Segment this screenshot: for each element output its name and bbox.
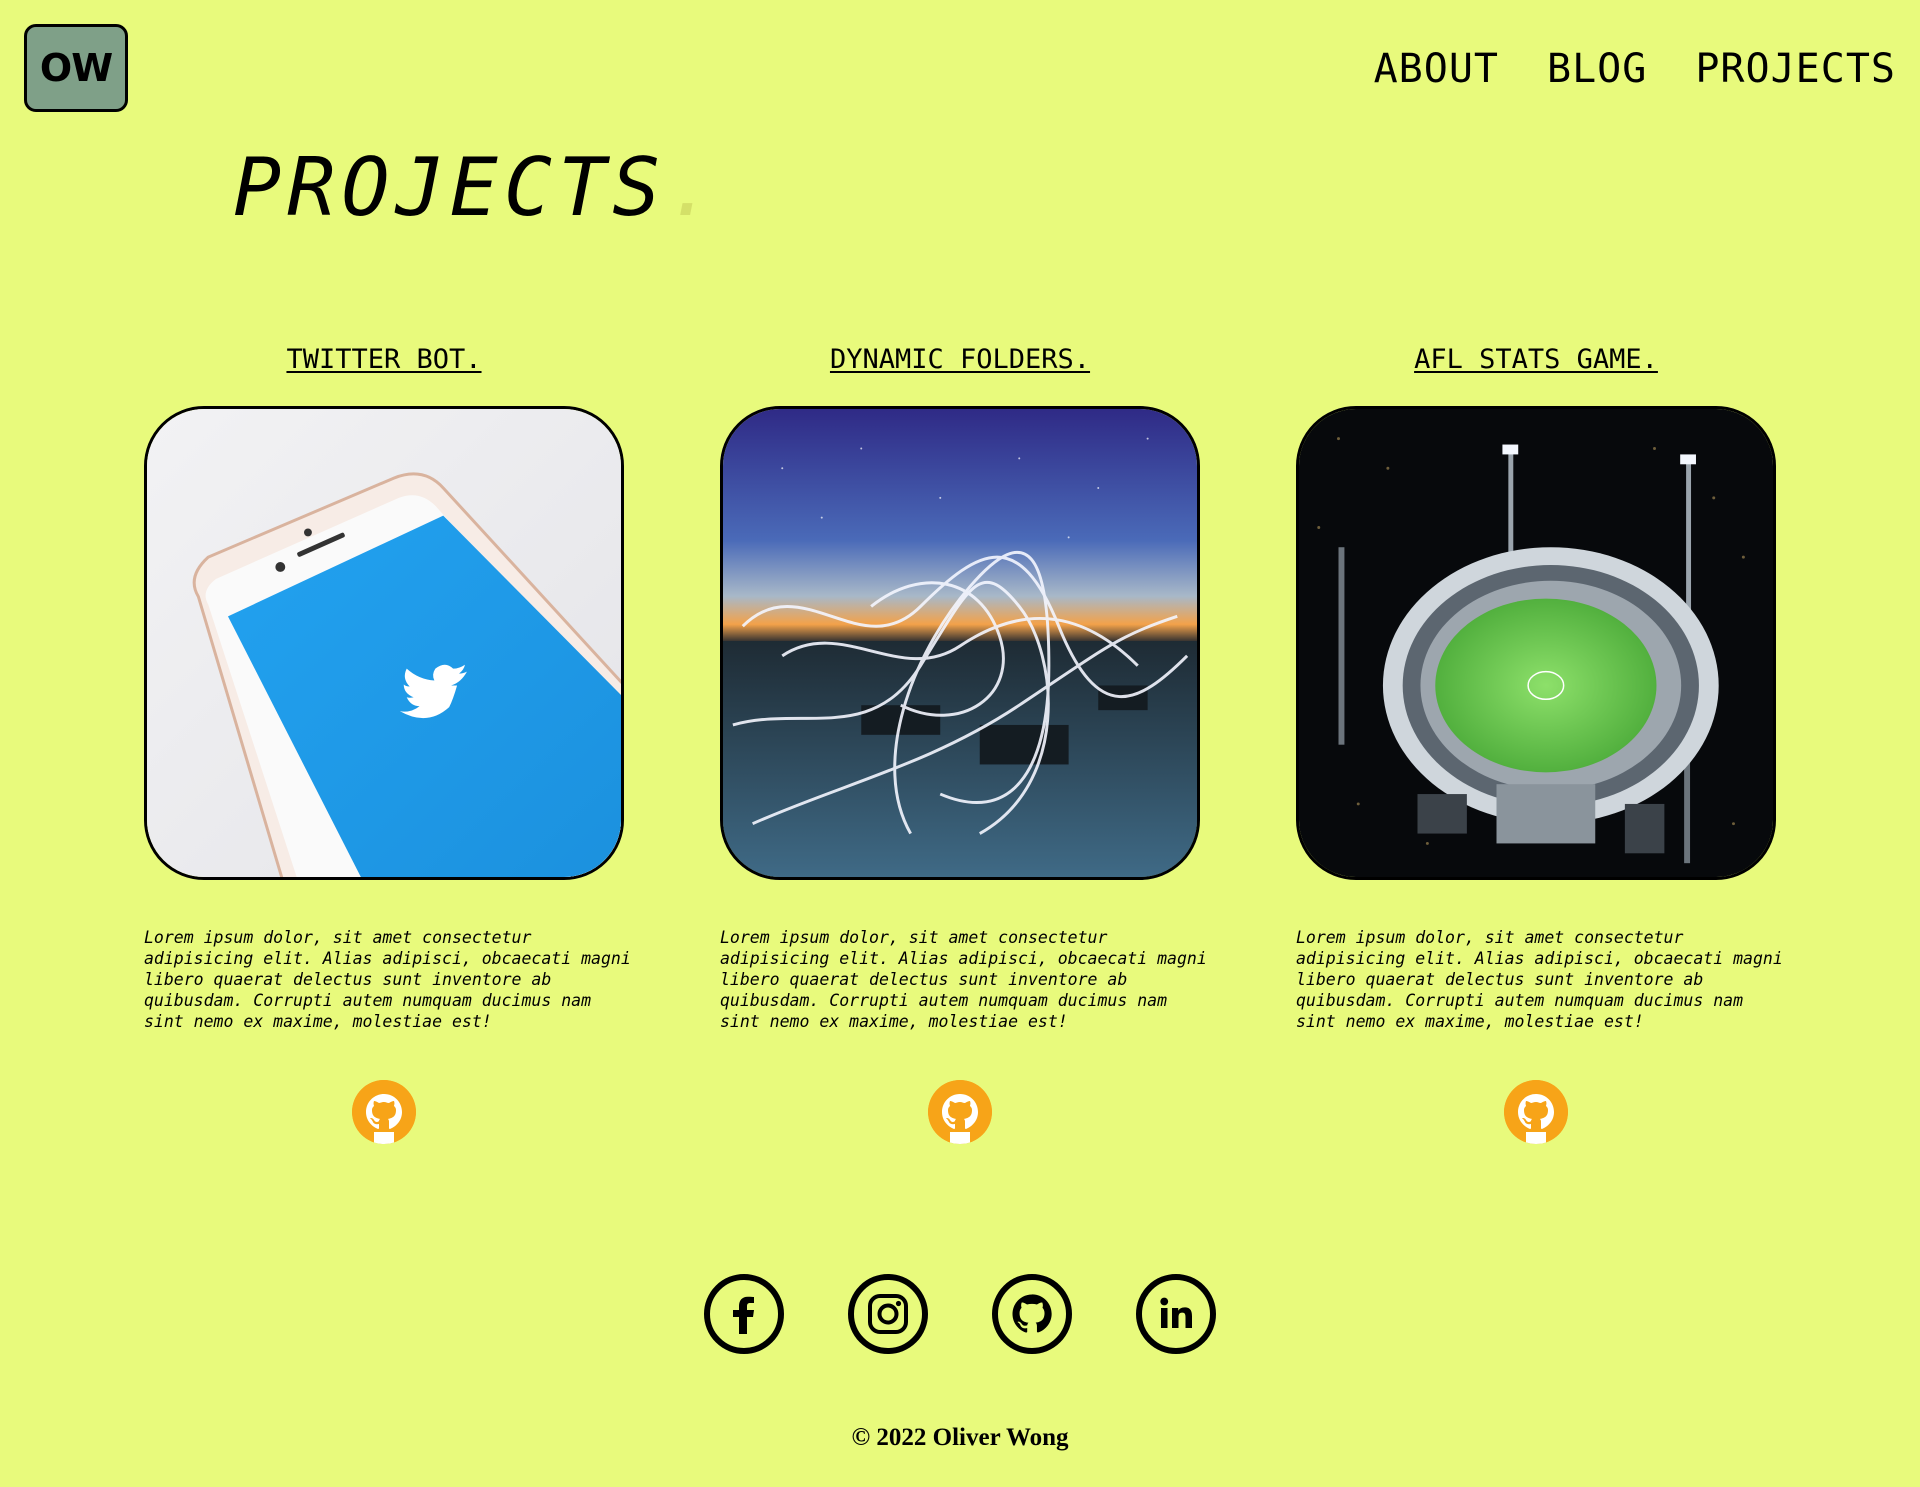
nav-link-about[interactable]: ABOUT <box>1374 46 1499 92</box>
github-icon[interactable] <box>928 1080 992 1144</box>
light-painting-illustration <box>723 409 1197 877</box>
project-description-dynamic-folders: Lorem ipsum dolor, sit amet consectetur … <box>720 928 1207 1031</box>
project-image-twitter-bot <box>144 406 624 880</box>
nav-link-blog[interactable]: BLOG <box>1547 46 1647 92</box>
project-title-twitter-bot[interactable]: TWITTER BOT. <box>144 340 624 380</box>
page-title-text: PROJECTS <box>233 141 667 234</box>
main-nav: ABOUT BLOG PROJECTS <box>1374 46 1896 92</box>
logo-button[interactable]: OW <box>24 24 128 112</box>
facebook-icon[interactable] <box>704 1274 784 1354</box>
project-title-afl-stats-game[interactable]: AFL STATS GAME. <box>1296 340 1776 380</box>
page-title-dot: . <box>666 141 721 234</box>
project-card-dynamic-folders: DYNAMIC FOLDERS. Lorem ipsum dolor, sit … <box>720 340 1207 1144</box>
project-description-twitter-bot: Lorem ipsum dolor, sit amet consectetur … <box>144 928 631 1031</box>
project-image-afl-stats-game <box>1296 406 1776 880</box>
project-card-afl-stats-game: AFL STATS GAME. Lorem ipsum dolor, sit a… <box>1296 340 1783 1144</box>
github-icon[interactable] <box>1504 1080 1568 1144</box>
social-links <box>704 1274 1216 1354</box>
project-card-twitter-bot: TWITTER BOT. Lorem ipsum dolor, sit amet… <box>144 340 631 1144</box>
nav-link-projects[interactable]: PROJECTS <box>1695 46 1896 92</box>
github-icon[interactable] <box>992 1274 1072 1354</box>
linkedin-icon[interactable] <box>1136 1274 1216 1354</box>
instagram-icon[interactable] <box>848 1274 928 1354</box>
stadium-illustration <box>1299 409 1773 877</box>
page-title: PROJECTS. <box>233 148 720 228</box>
project-description-afl-stats-game: Lorem ipsum dolor, sit amet consectetur … <box>1296 928 1783 1031</box>
project-title-dynamic-folders[interactable]: DYNAMIC FOLDERS. <box>720 340 1200 380</box>
phone-twitter-illustration <box>147 409 621 877</box>
footer-copyright: © 2022 Oliver Wong <box>851 1424 1069 1451</box>
github-icon[interactable] <box>352 1080 416 1144</box>
project-image-dynamic-folders <box>720 406 1200 880</box>
